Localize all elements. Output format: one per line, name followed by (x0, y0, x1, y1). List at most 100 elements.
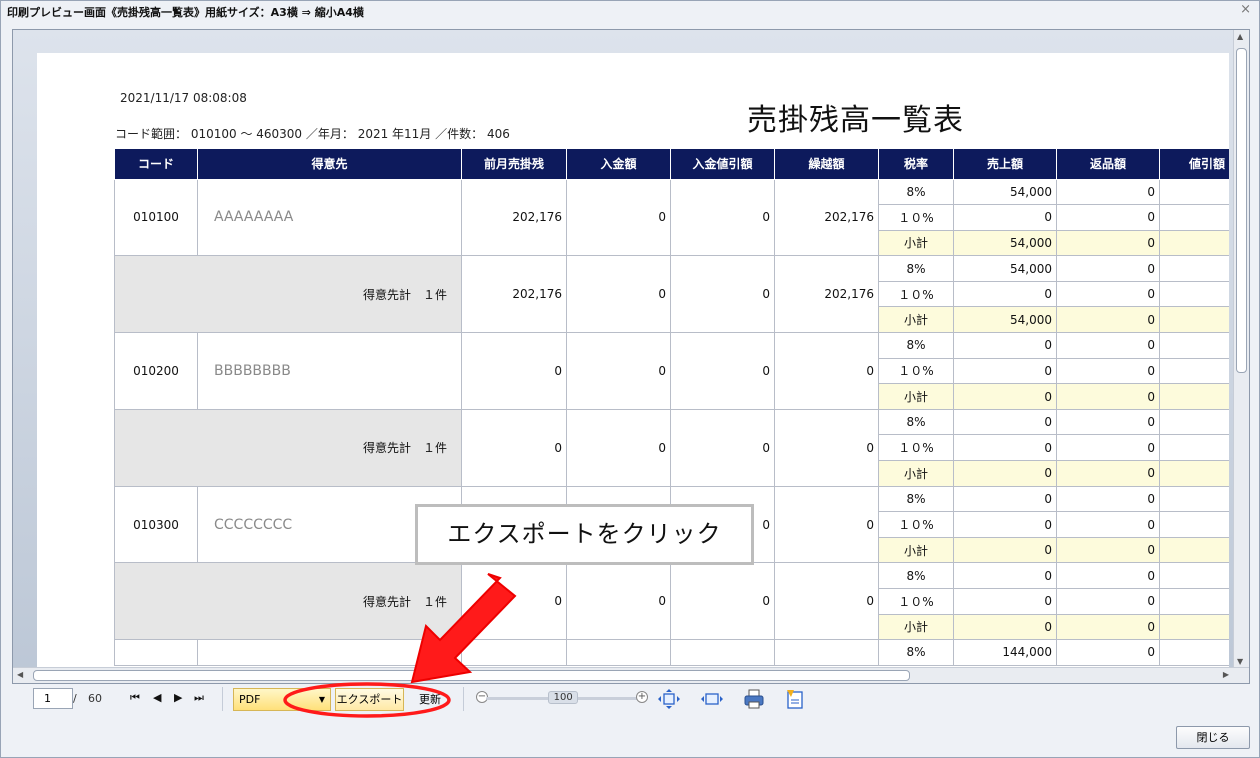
zoom-slider[interactable]: 100 (486, 691, 642, 704)
receipt-amount: 0 (566, 408, 671, 487)
table-cell (197, 639, 462, 666)
table-cell (774, 639, 879, 666)
horizontal-scroll-thumb[interactable] (33, 670, 910, 681)
returns-amount: 0 (1056, 485, 1160, 513)
returns-amount: 0 (1056, 639, 1160, 666)
print-date: 2021/11/17 08:08:08 (120, 91, 247, 105)
sales-amount: 54,000 (953, 255, 1057, 282)
table-row: 得意先計 １件 0 0 0 0 8% 0 0 (114, 408, 1229, 487)
receipt-discount: 0 (670, 332, 775, 410)
vertical-scrollbar[interactable]: ▲ ▼ (1233, 30, 1249, 668)
table-row: 010100 AAAAAAAA 202,176 0 0 202,176 8% 54,000 0 (114, 178, 1229, 257)
window-close-icon[interactable]: × (1240, 2, 1251, 17)
window-title: 印刷プレビュー画面《売掛残高一覧表》用紙サイズ：A3横 ⇒ 縮小A4横 (7, 6, 364, 19)
first-page-icon[interactable]: ⏮ (130, 691, 140, 705)
receipt-discount: 0 (670, 255, 775, 334)
refresh-button[interactable]: 更新 (410, 688, 450, 711)
page-setup-icon[interactable] (783, 688, 807, 710)
close-button[interactable]: 閉じる (1176, 726, 1250, 749)
export-button[interactable]: エクスポート (335, 688, 404, 711)
fit-page-icon[interactable] (657, 688, 681, 710)
prev-page-icon[interactable]: ◀ (153, 691, 161, 704)
table-cell (114, 639, 198, 666)
table-row: 得意先計 １件 202,176 0 0 202,176 8% 54,000 0 (114, 255, 1229, 334)
sales-amount: 0 (953, 357, 1057, 385)
returns-amount: 0 (1056, 280, 1160, 308)
receipt-discount: 0 (670, 178, 775, 257)
sales-amount: 0 (953, 536, 1057, 564)
customer-code: 010300 (114, 485, 198, 564)
returns-amount: 0 (1056, 408, 1160, 436)
customer-code: 010200 (114, 332, 198, 410)
discount-amount (1159, 613, 1229, 641)
scroll-down-icon[interactable]: ▼ (1237, 657, 1243, 666)
returns-amount: 0 (1056, 511, 1160, 538)
returns-amount: 0 (1056, 357, 1160, 385)
export-format-select[interactable]: PDF ▼ (233, 688, 331, 711)
sales-amount: 54,000 (953, 178, 1057, 206)
receipt-amount: 0 (566, 255, 671, 334)
returns-amount: 0 (1056, 229, 1160, 257)
tax-rate: 8% (878, 562, 954, 589)
sales-amount: 0 (953, 280, 1057, 308)
receipt-discount: 0 (670, 562, 775, 641)
page-separator: / (73, 692, 77, 705)
prev-balance: 202,176 (461, 178, 567, 257)
discount-amount (1159, 178, 1229, 206)
sales-amount: 0 (953, 383, 1057, 410)
discount-amount (1159, 255, 1229, 282)
returns-amount: 0 (1056, 204, 1160, 231)
sales-amount: 54,000 (953, 229, 1057, 257)
table-header-row: コード 得意先 前月売掛残 入金額 入金値引額 繰越額 税率 売上額 返品額 値引額 (114, 149, 1229, 180)
column-header: 値引額 (1159, 149, 1229, 180)
discount-amount (1159, 306, 1229, 334)
carry-amount: 202,176 (774, 178, 879, 257)
sales-amount: 0 (953, 332, 1057, 359)
sales-amount: 0 (953, 434, 1057, 462)
scroll-up-icon[interactable]: ▲ (1237, 32, 1243, 41)
scroll-right-icon[interactable]: ▶ (1223, 670, 1229, 679)
sales-amount: 0 (953, 204, 1057, 231)
toolbar-divider (222, 687, 223, 711)
title-bar: 印刷プレビュー画面《売掛残高一覧表》用紙サイズ：A3横 ⇒ 縮小A4横 × (1, 1, 1259, 21)
customer-code: 010100 (114, 178, 198, 257)
customer-total-label: 得意先計 １件 (114, 562, 462, 641)
table-cell (566, 639, 671, 666)
next-page-icon[interactable]: ▶ (174, 691, 182, 704)
scroll-left-icon[interactable]: ◀ (17, 670, 23, 679)
discount-amount (1159, 434, 1229, 462)
vertical-scroll-thumb[interactable] (1236, 48, 1247, 373)
receipt-discount: 0 (670, 408, 775, 487)
horizontal-scrollbar[interactable]: ◀ ▶ (13, 667, 1249, 683)
last-page-icon[interactable]: ⏭ (194, 691, 204, 705)
discount-amount (1159, 383, 1229, 410)
preview-viewport[interactable]: 2021/11/17 08:08:08 売掛残高一覧表 コード範囲： 01010… (12, 29, 1250, 684)
report-conditions: コード範囲： 010100 ～ 460300 ／年月： 2021 年11月 ／件… (115, 127, 510, 141)
carry-amount: 202,176 (774, 255, 879, 334)
returns-amount: 0 (1056, 306, 1160, 334)
tax-rate: 小計 (878, 383, 954, 410)
report-page: 2021/11/17 08:08:08 売掛残高一覧表 コード範囲： 01010… (37, 53, 1229, 683)
printer-icon[interactable] (742, 688, 766, 710)
fit-width-icon[interactable] (700, 688, 724, 710)
column-header: 返品額 (1056, 149, 1160, 180)
returns-amount: 0 (1056, 332, 1160, 359)
page-number-input[interactable]: 1 (33, 688, 73, 709)
discount-amount (1159, 536, 1229, 564)
table-row: 8% 144,000 0 (114, 639, 1229, 666)
zoom-level-label[interactable]: 100 (548, 691, 579, 704)
receipt-amount: 0 (566, 178, 671, 257)
page-total: 60 (88, 692, 102, 705)
returns-amount: 0 (1056, 460, 1160, 487)
column-header: 入金値引額 (670, 149, 775, 180)
returns-amount: 0 (1056, 255, 1160, 282)
carry-amount: 0 (774, 485, 879, 564)
sales-amount: 0 (953, 485, 1057, 513)
tax-rate: 小計 (878, 536, 954, 564)
customer-total-label: 得意先計 １件 (114, 408, 462, 487)
discount-amount (1159, 511, 1229, 538)
tax-rate: 小計 (878, 613, 954, 641)
zoom-in-icon[interactable]: + (636, 691, 648, 703)
discount-amount (1159, 229, 1229, 257)
prev-balance: 202,176 (461, 255, 567, 334)
